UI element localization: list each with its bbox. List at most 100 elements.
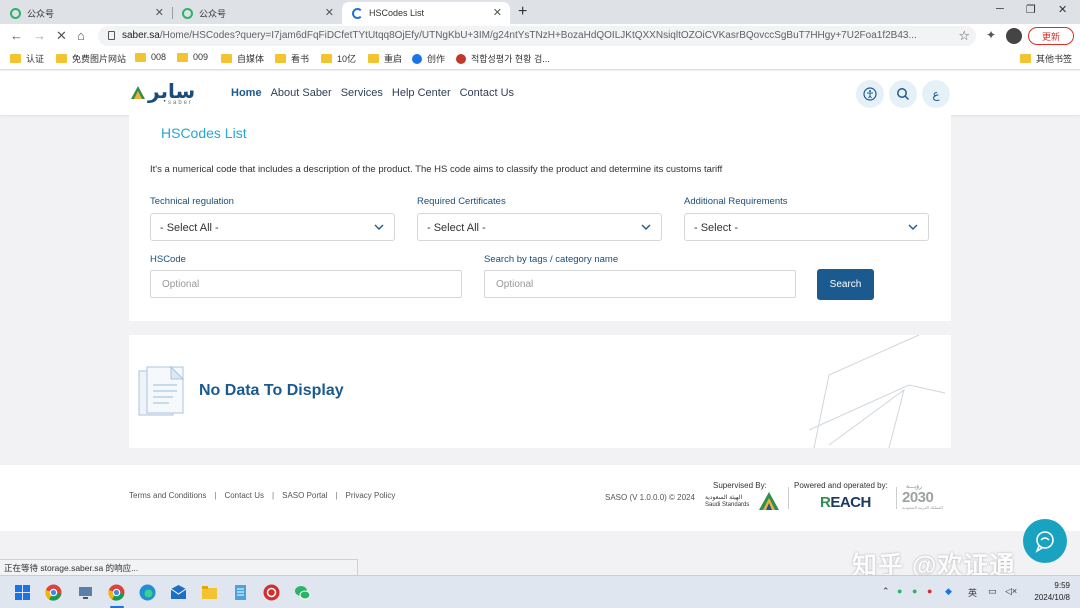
- search-button[interactable]: [889, 80, 917, 108]
- chat-bubble-icon: [1035, 531, 1054, 553]
- tray-shield-icon[interactable]: ◆: [945, 586, 952, 597]
- minimize-window-icon[interactable]: ─: [996, 3, 1004, 15]
- tray-app-icon[interactable]: ●: [927, 586, 932, 596]
- required-certificates-label: Required Certificates: [417, 196, 506, 207]
- tab-title: HSCodes List: [369, 8, 425, 18]
- language-button[interactable]: ع: [922, 80, 950, 108]
- chevron-down-icon: [908, 224, 918, 230]
- forward-arrow-icon[interactable]: →: [33, 28, 46, 43]
- reach-logo[interactable]: REACH: [820, 494, 871, 511]
- file-explorer-icon[interactable]: [201, 584, 218, 601]
- app-red-icon[interactable]: [263, 584, 280, 601]
- footer-link-privacy[interactable]: Privacy Policy: [346, 491, 396, 500]
- bookmark-item[interactable]: 009: [177, 52, 208, 62]
- required-certificates-select[interactable]: - Select All -: [417, 213, 662, 241]
- additional-requirements-label: Additional Requirements: [684, 196, 788, 207]
- address-bar[interactable]: saber.sa/Home/HSCodes?query=I7jam6dFqFiD…: [98, 26, 976, 46]
- bookmark-item[interactable]: 免费图片网站: [56, 52, 126, 65]
- bookmark-star-icon[interactable]: ☆: [958, 28, 970, 44]
- hscode-input[interactable]: [150, 270, 462, 298]
- technical-regulation-select[interactable]: - Select All -: [150, 213, 395, 241]
- chrome-icon[interactable]: [45, 584, 62, 601]
- bookmark-item[interactable]: 적합성평가 현황 검...: [456, 52, 550, 65]
- nav-about[interactable]: About Saber: [271, 87, 332, 99]
- bookmark-item[interactable]: 认证: [10, 52, 44, 65]
- nav-help-center[interactable]: Help Center: [392, 87, 451, 99]
- footer-link-saso-portal[interactable]: SASO Portal: [282, 491, 327, 500]
- tab-close-icon[interactable]: ✕: [155, 6, 164, 19]
- volume-muted-icon[interactable]: ◁×: [1005, 586, 1017, 597]
- mail-icon[interactable]: [170, 584, 187, 601]
- hscodes-card: HSCodes List It's a numerical code that …: [129, 115, 951, 321]
- browser-tab-active[interactable]: HSCodes List ✕: [342, 2, 510, 24]
- tray-app-icon[interactable]: ●: [912, 586, 917, 596]
- tab-close-icon[interactable]: ✕: [493, 6, 502, 19]
- tray-wechat-icon[interactable]: ●: [897, 586, 902, 596]
- chevron-down-icon: [374, 224, 384, 230]
- profile-avatar-icon[interactable]: [1006, 28, 1022, 44]
- nav-contact[interactable]: Contact Us: [460, 87, 514, 99]
- bookmark-item[interactable]: 重启: [368, 52, 402, 65]
- saber-logo[interactable]: سابر saber: [130, 79, 202, 107]
- bookmark-item[interactable]: 创作: [412, 52, 445, 65]
- browser-tab-strip: 公众号 ✕ 公众号 ✕ HSCodes List ✕ + ─ ❐ ✕: [0, 0, 1080, 24]
- folder-icon: [368, 54, 379, 63]
- footer-link-terms[interactable]: Terms and Conditions: [129, 491, 206, 500]
- bookmark-item[interactable]: 008: [135, 52, 166, 62]
- folder-icon: [321, 54, 332, 63]
- system-clock[interactable]: 9:59 2024/10/8: [1028, 580, 1070, 604]
- footer-links: Terms and Conditions | Contact Us | SASO…: [129, 491, 396, 500]
- wechat-favicon-icon: [10, 7, 21, 19]
- tray-expand-icon[interactable]: ⌃: [882, 586, 890, 597]
- accessibility-button[interactable]: [856, 80, 884, 108]
- saso-triangle-icon: [759, 492, 779, 510]
- maximize-window-icon[interactable]: ❐: [1026, 3, 1036, 16]
- saber-mark-icon: [131, 86, 145, 99]
- additional-requirements-select[interactable]: - Select -: [684, 213, 929, 241]
- tags-search-label: Search by tags / category name: [484, 254, 619, 265]
- search-submit-button[interactable]: Search: [817, 269, 874, 300]
- bookmark-other[interactable]: 其他书签: [1020, 52, 1072, 65]
- new-tab-icon[interactable]: +: [518, 3, 527, 21]
- url-text: saber.sa/Home/HSCodes?query=I7jam6dFqFiD…: [122, 30, 917, 41]
- back-arrow-icon[interactable]: ←: [10, 28, 23, 43]
- stop-loading-icon[interactable]: ✕: [56, 28, 67, 44]
- browser-tab-1[interactable]: 公众号 ✕: [0, 2, 173, 24]
- decorative-lines-graphic: [809, 335, 946, 448]
- chrome-icon[interactable]: [108, 584, 125, 601]
- wechat-icon[interactable]: [294, 584, 311, 601]
- footer-link-contact[interactable]: Contact Us: [224, 491, 264, 500]
- folder-icon: [1020, 54, 1031, 63]
- empty-state-message: No Data To Display: [199, 382, 344, 399]
- edge-icon[interactable]: [139, 584, 156, 601]
- home-icon[interactable]: ⌂: [77, 28, 85, 43]
- supervised-by-label: Supervised By:: [713, 481, 767, 490]
- computer-icon[interactable]: [77, 584, 94, 601]
- folder-icon: [135, 52, 146, 62]
- nav-home[interactable]: Home: [231, 87, 262, 99]
- browser-toolbar: ← → ✕ ⌂ saber.sa/Home/HSCodes?query=I7ja…: [0, 24, 1080, 48]
- browser-tab-2[interactable]: 公众号 ✕: [172, 2, 343, 24]
- bookmark-item[interactable]: 自媒体: [221, 52, 264, 65]
- saso-logo[interactable]: الهيئة السعودية Saudi Standards: [705, 491, 780, 513]
- chat-support-button[interactable]: [1023, 519, 1067, 563]
- nav-services[interactable]: Services: [341, 87, 383, 99]
- vision-2030-logo: رؤيـــة 2030 المملكة العربية السعودية: [902, 484, 943, 510]
- close-window-icon[interactable]: ✕: [1058, 3, 1067, 16]
- hscode-label: HSCode: [150, 254, 186, 265]
- korea-flag-icon: [456, 53, 466, 64]
- network-icon[interactable]: ▭: [988, 586, 997, 597]
- page-description: It's a numerical code that includes a de…: [150, 164, 723, 175]
- extensions-puzzle-icon[interactable]: ✦: [986, 28, 996, 42]
- tags-search-input[interactable]: [484, 270, 796, 298]
- windows-start-icon[interactable]: [14, 584, 31, 601]
- notepad-icon[interactable]: [232, 584, 249, 601]
- bookmark-item[interactable]: 10亿: [321, 52, 356, 65]
- search-icon: [897, 88, 910, 101]
- tab-close-icon[interactable]: ✕: [325, 6, 334, 19]
- ime-indicator[interactable]: 英: [968, 586, 977, 599]
- bookmark-item[interactable]: 看书: [275, 52, 309, 65]
- powered-by-label: Powered and operated by:: [794, 481, 888, 490]
- update-button[interactable]: 更新: [1028, 27, 1074, 45]
- windows-taskbar: ⌃ ● ● ● ◆ 英 ▭ ◁× 9:59 2024/10/8: [0, 575, 1080, 608]
